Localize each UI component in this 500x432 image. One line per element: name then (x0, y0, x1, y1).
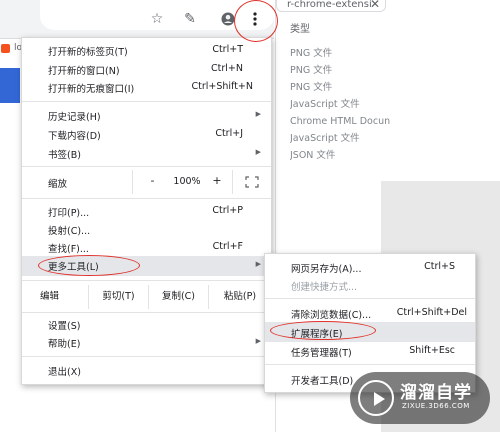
menu-item-bookmarks[interactable]: 书签(B) ▶ (22, 144, 271, 164)
submenu-arrow-icon: ▶ (255, 110, 261, 118)
menu-item-shortcut: Ctrl+T (212, 44, 243, 55)
type-column-header[interactable]: 类型 (290, 20, 310, 35)
menu-item-settings[interactable]: 设置(S) (22, 315, 271, 335)
browser-toolbar: ☆ ✎ (0, 0, 274, 39)
submenu-item-clear-data[interactable]: 清除浏览数据(C)... Ctrl+Shift+Del (265, 303, 475, 323)
menu-separator (22, 198, 271, 199)
site-logo-icon (1, 44, 10, 53)
paste-button[interactable]: 粘贴(P) (208, 285, 271, 309)
submenu-item-label: 任务管理器(T) (291, 348, 352, 359)
menu-item-shortcut: Ctrl+J (215, 128, 243, 139)
zoom-out-button[interactable]: - (132, 170, 172, 194)
fullscreen-button[interactable] (232, 170, 271, 194)
annotation-ellipse-extensions (270, 321, 376, 340)
type-list-item: PNG 文件 (290, 48, 333, 59)
background-blue-bar (0, 68, 20, 103)
play-logo-icon (358, 380, 394, 416)
type-list-item: PNG 文件 (290, 65, 333, 76)
submenu-item-label: 开发者工具(D) (291, 376, 354, 387)
menu-item-cast[interactable]: 投射(C)... (22, 220, 271, 240)
menu-item-label: 历史记录(H) (48, 112, 101, 123)
submenu-item-task-manager[interactable]: 任务管理器(T) Shift+Esc (265, 341, 475, 361)
menu-item-new-incognito[interactable]: 打开新的无痕窗口(I) Ctrl+Shift+N (22, 78, 271, 98)
submenu-item-label: 清除浏览数据(C)... (291, 310, 372, 321)
menu-item-label: 投射(C)... (48, 226, 91, 237)
menu-item-label: 打开新的窗口(N) (48, 66, 120, 77)
menu-item-label: 打印(P)... (48, 208, 90, 219)
menu-item-shortcut: Ctrl+N (211, 63, 243, 74)
menu-item-label: 书签(B) (48, 150, 81, 161)
watermark-subtitle: ZIXUE.3D66.COM (402, 402, 470, 410)
close-icon[interactable]: ✕ (370, 0, 380, 11)
zoom-label: 缩放 (48, 179, 68, 190)
submenu-arrow-icon: ▶ (255, 337, 261, 345)
type-column-list: PNG 文件 PNG 文件 PNG 文件 JavaScript 文件 Chrome HT… (290, 45, 500, 164)
menu-item-label: 退出(X) (48, 367, 81, 378)
menu-item-print[interactable]: 打印(P)... Ctrl+P (22, 202, 271, 222)
submenu-arrow-icon: ▶ (255, 260, 261, 268)
zoom-row: 缩放 - 100% + (22, 170, 271, 194)
zoom-in-button[interactable]: + (202, 170, 232, 194)
menu-separator (22, 166, 271, 167)
menu-item-label: 帮助(E) (48, 339, 81, 350)
menu-item-downloads[interactable]: 下载内容(D) Ctrl+J (22, 125, 271, 145)
watermark-title: 溜溜自学 (400, 383, 472, 403)
menu-item-label: 打开新的无痕窗口(I) (48, 84, 135, 95)
watermark: 溜溜自学 ZIXUE.3D66.COM (350, 372, 490, 424)
menu-item-shortcut: Ctrl+P (212, 205, 243, 216)
menu-separator (22, 280, 271, 281)
submenu-item-shortcut: Ctrl+Shift+Del (396, 307, 467, 318)
menu-item-label: 打开新的标签页(T) (48, 47, 128, 58)
menu-item-exit[interactable]: 退出(X) (22, 361, 271, 381)
menu-separator (22, 312, 271, 313)
menu-item-new-window[interactable]: 打开新的窗口(N) Ctrl+N (22, 60, 271, 80)
type-list-item: JavaScript 文件 (290, 133, 360, 144)
menu-separator (265, 298, 475, 299)
menu-item-label: 查找(F)... (48, 244, 89, 255)
edit-row: 编辑 剪切(T) 复制(C) 粘贴(P) (22, 285, 271, 309)
fullscreen-icon (245, 176, 259, 188)
menu-separator (22, 356, 271, 357)
submenu-item-shortcut: Ctrl+S (424, 261, 455, 272)
menu-separator (265, 364, 475, 365)
extension-icon[interactable]: ✎ (181, 10, 199, 28)
menu-item-new-tab[interactable]: 打开新的标签页(T) Ctrl+T (22, 41, 271, 61)
submenu-item-label: 创建快捷方式... (291, 282, 358, 293)
type-list-item: PNG 文件 (290, 82, 333, 93)
edit-label: 编辑 (40, 291, 60, 302)
menu-item-history[interactable]: 历史记录(H) ▶ (22, 106, 271, 126)
menu-item-help[interactable]: 帮助(E) ▶ (22, 333, 271, 353)
menu-item-find[interactable]: 查找(F)... Ctrl+F (22, 238, 271, 258)
copy-button[interactable]: 复制(C) (148, 285, 208, 309)
type-list-item: JavaScript 文件 (290, 99, 360, 110)
submenu-arrow-icon: ▶ (255, 148, 261, 156)
menu-item-shortcut: Ctrl+F (212, 241, 243, 252)
submenu-item-create-shortcut[interactable]: 创建快捷方式... (265, 275, 475, 295)
type-list-item: JSON 文件 (290, 150, 336, 161)
type-list-item: Chrome HTML Docun (290, 116, 391, 127)
chrome-main-menu: 打开新的标签页(T) Ctrl+T 打开新的窗口(N) Ctrl+N 打开新的无… (21, 37, 272, 385)
cut-button[interactable]: 剪切(T) (88, 285, 148, 309)
menu-separator (22, 101, 271, 102)
annotation-ellipse-menu-button (234, 0, 278, 42)
submenu-item-save-page[interactable]: 网页另存为(A)... Ctrl+S (265, 257, 475, 277)
star-icon[interactable]: ☆ (148, 10, 166, 28)
menu-item-shortcut: Ctrl+Shift+N (191, 81, 253, 92)
menu-item-label: 下载内容(D) (48, 131, 101, 142)
menu-item-label: 设置(S) (48, 321, 81, 332)
submenu-item-shortcut: Shift+Esc (409, 345, 455, 356)
annotation-ellipse-more-tools (38, 255, 140, 276)
submenu-item-label: 网页另存为(A)... (291, 264, 362, 275)
zoom-level: 100% (173, 176, 201, 187)
